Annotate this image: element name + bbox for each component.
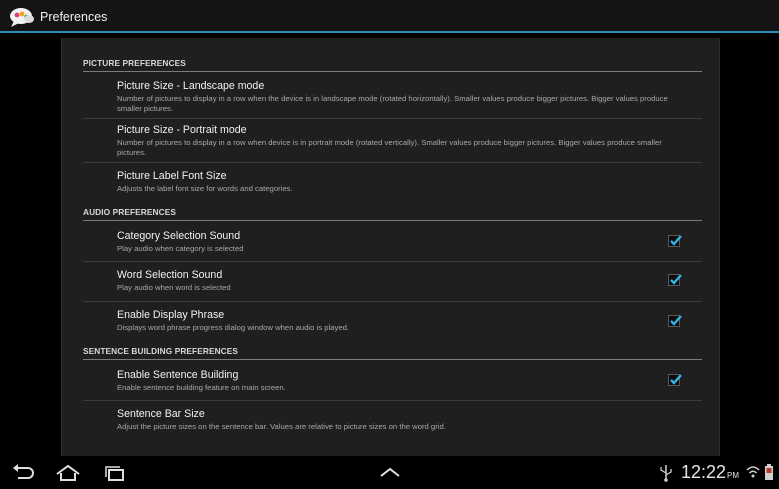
pref-summary: Play audio when category is selected [117,244,244,253]
category-label: PICTURE PREFERENCES [83,58,186,68]
up-chevron-icon[interactable] [375,462,405,484]
battery-icon [763,462,775,484]
pref-title: Category Selection Sound [117,230,241,242]
pref-summary: Adjusts the label font size for words an… [117,184,293,193]
pref-category-selection-sound[interactable]: Category Selection Sound Play audio when… [83,221,702,262]
category-label: AUDIO PREFERENCES [83,207,176,217]
recent-apps-icon[interactable] [100,462,130,484]
pref-sentence-bar-size[interactable]: Sentence Bar Size Adjust the picture siz… [83,400,702,442]
pref-summary: Number of pictures to display in a row w… [117,94,668,113]
clock-ampm: PM [727,471,740,480]
word-selection-sound-checkbox[interactable] [668,274,682,286]
pref-title: Word Selection Sound [117,269,223,281]
pref-picture-size-landscape[interactable]: Picture Size - Landscape mode Number of … [83,73,702,119]
category-selection-sound-checkbox[interactable] [668,235,682,247]
back-icon[interactable] [8,462,38,484]
pref-title: Picture Size - Portrait mode [117,124,247,136]
action-bar: Preferences [0,0,779,33]
app-title: Preferences [40,10,108,24]
enable-display-phrase-checkbox[interactable] [668,315,682,327]
pref-title: Enable Display Phrase [117,309,225,321]
pref-summary: Enable sentence building feature on main… [117,383,286,392]
wifi-icon [746,462,760,484]
enable-sentence-building-checkbox[interactable] [668,374,682,386]
pref-enable-sentence-building[interactable]: Enable Sentence Building Enable sentence… [83,360,702,401]
pref-title: Picture Label Font Size [117,170,227,182]
pref-picture-label-font-size[interactable]: Picture Label Font Size Adjusts the labe… [83,162,702,204]
status-clock[interactable]: 12:22PM [681,462,739,483]
system-navigation-bar: 12:22PM [0,459,779,487]
category-sentence-building-preferences: SENTENCE BUILDING PREFERENCES [83,344,702,360]
preferences-list: PICTURE PREFERENCES Picture Size - Lands… [61,38,720,456]
category-picture-preferences: PICTURE PREFERENCES [83,56,702,72]
category-label: SENTENCE BUILDING PREFERENCES [83,346,239,356]
pref-title: Sentence Bar Size [117,408,205,420]
pref-title: Enable Sentence Building [117,369,239,381]
pref-word-selection-sound[interactable]: Word Selection Sound Play audio when wor… [83,261,702,302]
pref-summary: Play audio when word is selected [117,283,231,292]
pref-picture-size-portrait[interactable]: Picture Size - Portrait mode Number of p… [83,118,702,163]
category-audio-preferences: AUDIO PREFERENCES [83,205,702,221]
pref-enable-display-phrase[interactable]: Enable Display Phrase Displays word phra… [83,301,702,343]
clock-time: 12:22 [681,462,727,482]
pref-summary: Number of pictures to display in a row w… [117,138,662,157]
speech-bubbles-icon[interactable] [8,6,36,28]
pref-summary: Displays word phrase progress dialog win… [117,323,350,332]
pref-summary: Adjust the picture sizes on the sentence… [117,422,446,431]
pref-title: Picture Size - Landscape mode [117,80,265,92]
home-icon[interactable] [53,462,83,484]
usb-icon [658,462,674,484]
